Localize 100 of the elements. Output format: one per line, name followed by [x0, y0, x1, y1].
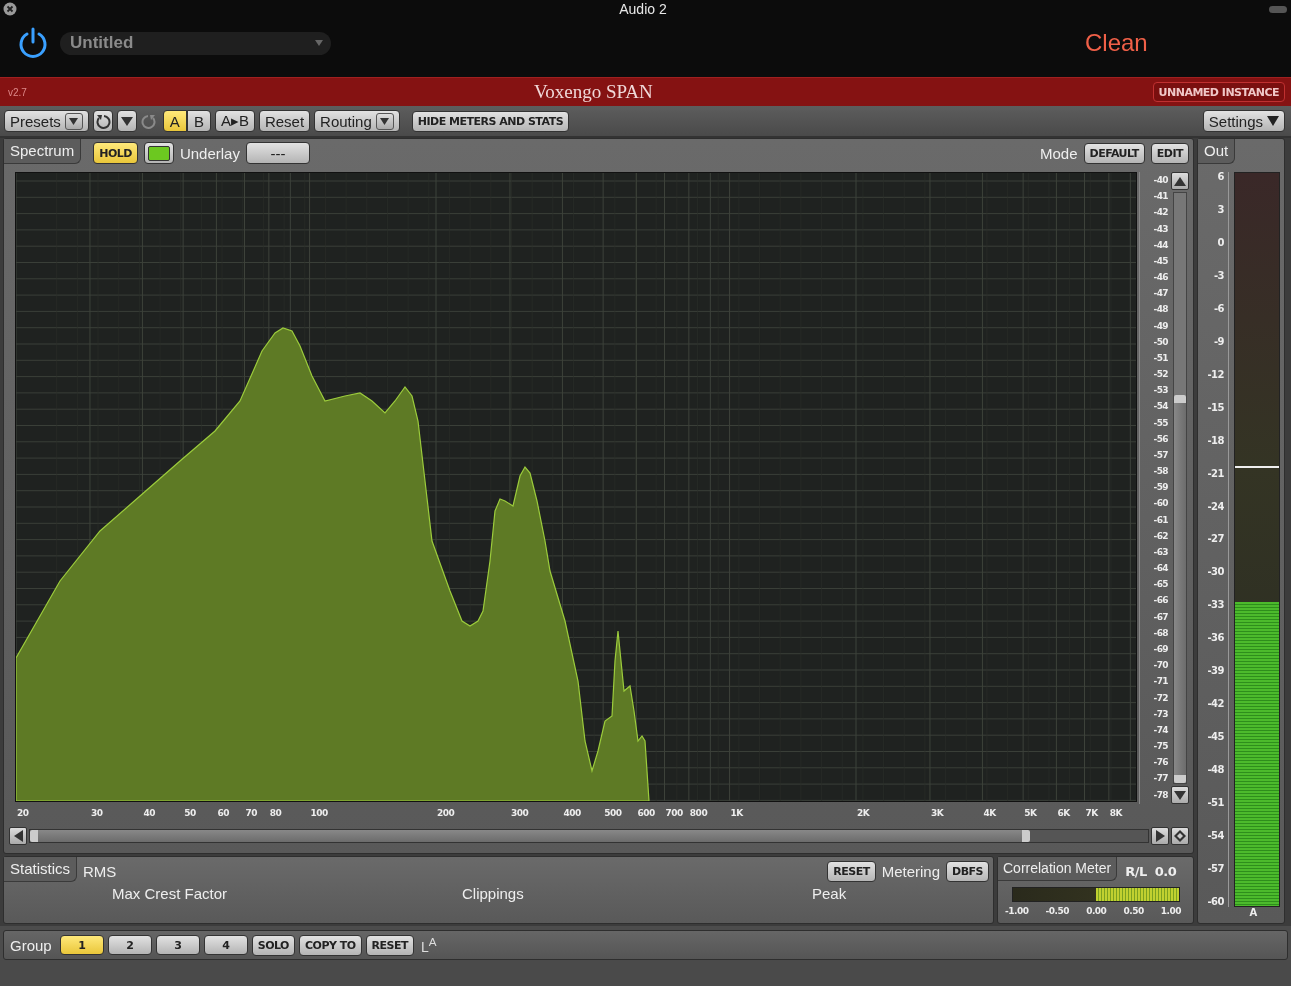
- minimize-button[interactable]: [1269, 5, 1287, 13]
- axis-label: 300: [510, 808, 529, 818]
- axis-label: -58: [1152, 466, 1168, 478]
- axis-label: 700: [665, 808, 683, 818]
- axis-label: 200: [437, 808, 455, 818]
- axis-label: -51: [1152, 352, 1168, 364]
- correlation-value: 0.0: [1154, 863, 1177, 879]
- axis-label: -45: [1152, 255, 1168, 267]
- group-button[interactable]: 3: [155, 935, 200, 955]
- scroll-down-button[interactable]: [1171, 786, 1189, 804]
- status-label: Clean: [1085, 29, 1148, 57]
- close-icon: [3, 2, 17, 16]
- scroll-up-button[interactable]: [1171, 172, 1189, 190]
- window-title: Audio 2: [618, 1, 668, 17]
- axis-label: -74: [1152, 724, 1168, 736]
- mode-label: R/L: [1125, 863, 1147, 879]
- axis-label: -77: [1152, 773, 1168, 785]
- group-action-button[interactable]: SOLO: [251, 934, 295, 956]
- out-tab[interactable]: Out: [1198, 139, 1236, 164]
- axis-label: 2K: [857, 808, 870, 818]
- group-button[interactable]: 2: [107, 935, 152, 955]
- right-arrow-icon: [1155, 830, 1165, 842]
- reset-button[interactable]: RESET: [827, 860, 876, 882]
- axis-label: -40: [1152, 175, 1168, 186]
- statistics-tab[interactable]: Statistics: [4, 857, 77, 882]
- axis-label: -41: [1152, 191, 1168, 203]
- color-button[interactable]: [143, 142, 174, 164]
- hold-button[interactable]: HOLD: [93, 142, 138, 164]
- preset-dropdown[interactable]: Untitled: [60, 31, 331, 55]
- axis-label: 5K: [1024, 808, 1037, 818]
- stat-label: Clippings: [462, 885, 525, 902]
- axis-label: -62: [1152, 530, 1168, 542]
- axis-label: 800: [689, 808, 708, 818]
- routing-button[interactable]: Routing: [314, 110, 400, 132]
- color-swatch: [147, 145, 170, 161]
- scale-label: -27: [1206, 534, 1224, 545]
- stat-label: Peak: [812, 885, 847, 902]
- axis-label: 60: [217, 808, 229, 818]
- group-action-button[interactable]: COPY TO: [298, 934, 362, 956]
- axis-label: -48: [1152, 304, 1168, 316]
- zoom-button[interactable]: [1171, 827, 1189, 845]
- instance-button[interactable]: UNNAMED INSTANCE: [1152, 82, 1285, 102]
- scroll-left-button[interactable]: [9, 827, 27, 845]
- group-button[interactable]: 4: [203, 935, 248, 955]
- power-icon: [17, 26, 49, 60]
- axis-label: -43: [1152, 223, 1168, 235]
- scale-label: -9: [1212, 336, 1224, 347]
- hide-meters-button[interactable]: HIDE METERS AND STATS: [411, 110, 570, 132]
- axis-label: -56: [1152, 433, 1168, 445]
- axis-label: -47: [1152, 288, 1168, 300]
- settings-button[interactable]: Settings: [1202, 110, 1285, 132]
- underlay-button[interactable]: ---: [245, 142, 310, 164]
- caret-icon: [69, 117, 79, 125]
- copy-ab-button[interactable]: A▸B: [214, 110, 255, 132]
- channel-label: A: [1248, 907, 1258, 918]
- axis-label: 500: [604, 808, 622, 818]
- axis-label: -55: [1152, 417, 1168, 429]
- scrollbar-thumb[interactable]: [1174, 395, 1186, 783]
- axis-label: 80: [269, 808, 282, 818]
- mode-button[interactable]: DEFAULT: [1083, 142, 1145, 164]
- axis-label: -66: [1152, 595, 1168, 607]
- reset-button[interactable]: Reset: [258, 110, 311, 132]
- up-arrow-icon: [1174, 176, 1186, 186]
- axis-label: 50: [184, 808, 196, 818]
- axis-label: 30: [90, 808, 103, 818]
- stat-label: Max Crest Factor: [112, 885, 229, 902]
- ab-toggle[interactable]: B: [186, 110, 211, 132]
- axis-label: -76: [1152, 757, 1168, 769]
- ab-toggle[interactable]: A: [162, 110, 187, 132]
- undo-button[interactable]: [92, 110, 113, 132]
- scrollbar-thumb[interactable]: [30, 830, 1030, 842]
- axis-label: -67: [1152, 611, 1168, 623]
- scale-label: -54: [1206, 831, 1224, 842]
- redo-icon: [140, 113, 157, 129]
- presets-button[interactable]: Presets: [4, 110, 89, 132]
- axis-label: -52: [1152, 369, 1168, 381]
- mode-label: Mode: [1040, 144, 1078, 162]
- scale-label: -48: [1206, 765, 1224, 776]
- axis-label: 100: [310, 808, 328, 818]
- correlation-tab[interactable]: Correlation Meter: [998, 857, 1118, 881]
- group-button[interactable]: 1: [59, 935, 104, 955]
- axis-label: -44: [1152, 239, 1168, 251]
- axis-label: 70: [245, 808, 258, 818]
- axis-label: 6K: [1057, 808, 1070, 818]
- axis-label: -68: [1152, 627, 1168, 639]
- history-button[interactable]: [116, 110, 137, 132]
- metering-button[interactable]: DBFS: [946, 860, 989, 882]
- axis-label: -65: [1152, 579, 1168, 591]
- group-action-button[interactable]: RESET: [365, 934, 415, 956]
- axis-label: 400: [563, 808, 581, 818]
- scale-label: 6: [1216, 172, 1224, 182]
- axis-label: 1K: [730, 808, 743, 818]
- spectrum-tab[interactable]: Spectrum: [4, 139, 82, 164]
- scale-label: -33: [1206, 600, 1224, 611]
- mode-button[interactable]: EDIT: [1150, 142, 1189, 164]
- caret-icon: [315, 40, 323, 46]
- scroll-right-button[interactable]: [1151, 827, 1169, 845]
- scale-label: 0.50: [1123, 906, 1144, 916]
- scale-label: -42: [1206, 699, 1224, 710]
- axis-label: -53: [1152, 385, 1168, 397]
